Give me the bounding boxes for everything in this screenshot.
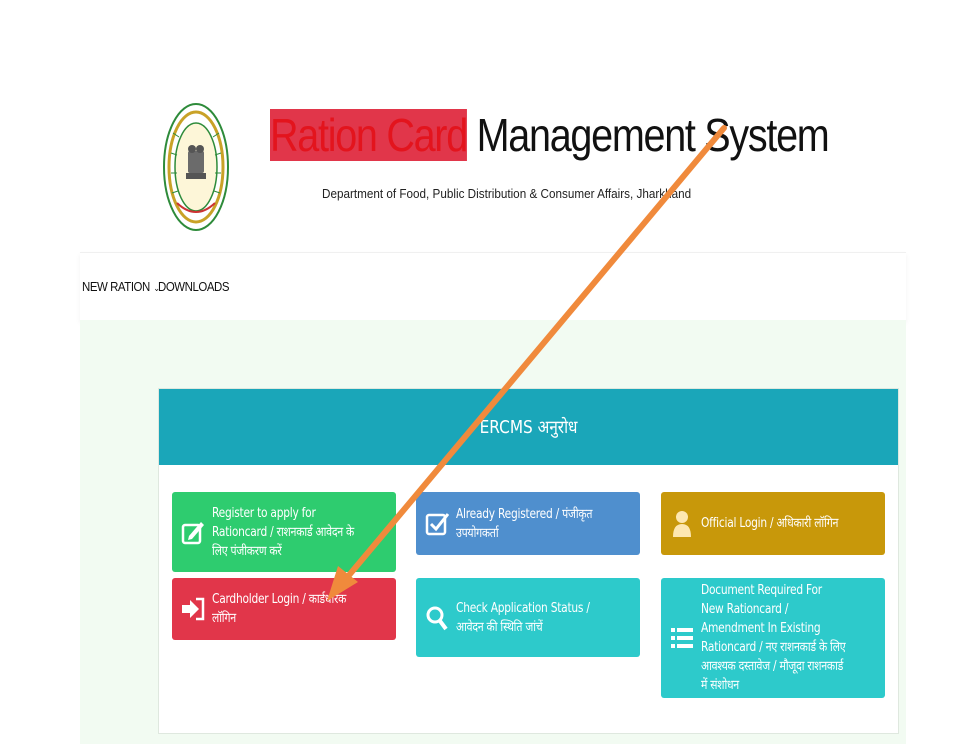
cardholder-login-button[interactable]: Cardholder Login / कार्डधारक लॉगिन [172, 578, 396, 640]
register-button-label: Register to apply for Rationcard / राशनक… [212, 505, 355, 559]
jharkhand-emblem-logo [163, 103, 229, 231]
cardholder-login-button-label: Cardholder Login / कार्डधारक लॉगिन [212, 592, 347, 626]
panel-title: ERCMS अनुरोध [479, 417, 578, 438]
department-subtitle: Department of Food, Public Distribution … [322, 186, 692, 201]
panel-header: ERCMS अनुरोध [159, 389, 898, 465]
title-highlight: Ration Card [270, 109, 468, 161]
site-header: Ration Card Management System Department… [0, 0, 971, 252]
nav-new-ration[interactable]: NEW RATION ⌄ [82, 279, 160, 294]
nav-new-ration-label: NEW RATION [82, 279, 150, 294]
nav-downloads[interactable]: DOWNLOADS [158, 279, 229, 294]
documents-required-button[interactable]: Document Required For New Rationcard / A… [661, 578, 885, 698]
title-main: Management System [476, 109, 830, 161]
register-button[interactable]: Register to apply for Rationcard / राशनक… [172, 492, 396, 572]
user-icon [669, 509, 695, 539]
list-icon [669, 623, 695, 653]
page-title: Ration Card Management System [270, 108, 830, 162]
edit-icon [180, 517, 206, 547]
check-status-button-label: Check Application Status / आवेदन की स्थि… [456, 600, 590, 635]
main-navbar: NEW RATION ⌄ DOWNLOADS [80, 252, 906, 320]
documents-required-button-label: Document Required For New Rationcard / A… [701, 583, 846, 693]
check-status-button[interactable]: Check Application Status / आवेदन की स्थि… [416, 578, 640, 657]
search-icon [424, 603, 450, 633]
official-login-button[interactable]: Official Login / अधिकारी लॉगिन [661, 492, 885, 555]
already-registered-button[interactable]: Already Registered / पंजीकृत उपयोगकर्ता [416, 492, 640, 555]
official-login-button-label: Official Login / अधिकारी लॉगिन [701, 516, 839, 531]
already-registered-button-label: Already Registered / पंजीकृत उपयोगकर्ता [456, 506, 593, 541]
checkbox-icon [424, 509, 450, 539]
sign-in-icon [180, 594, 206, 624]
